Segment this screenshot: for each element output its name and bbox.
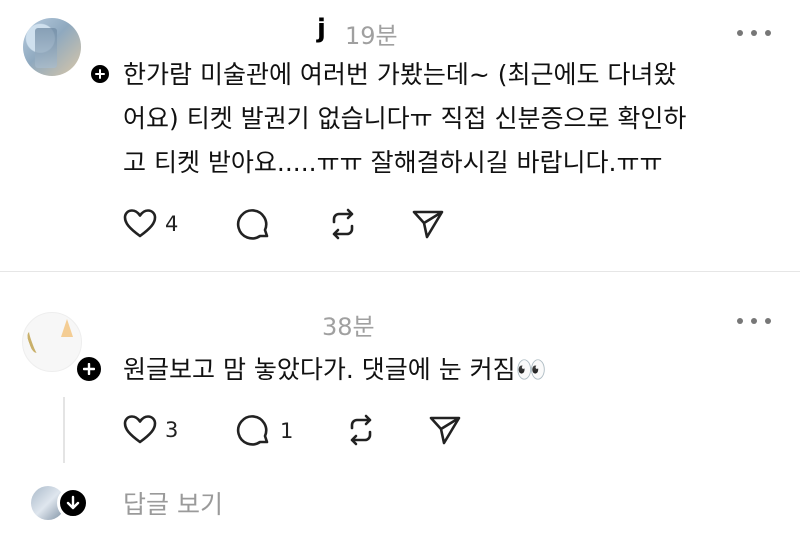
- timestamp: 38분: [322, 313, 375, 341]
- divider: [0, 271, 800, 272]
- reply-button[interactable]: 1: [236, 414, 293, 448]
- like-count: 4: [165, 212, 179, 236]
- follow-badge-icon[interactable]: [88, 62, 112, 86]
- arrow-down-icon[interactable]: [57, 487, 89, 519]
- more-icon[interactable]: [737, 316, 771, 326]
- thread-line: [63, 397, 65, 463]
- timestamp: 19분: [345, 22, 398, 50]
- comment-icon: [236, 209, 269, 240]
- view-replies-link[interactable]: 답글 보기: [123, 485, 223, 521]
- post-body: 한가람 미술관에 여러번 가봤는데~ (최근에도 다녀왔 어요) 티켓 발권기 …: [123, 53, 686, 185]
- reply-count: 1: [280, 419, 294, 443]
- share-button[interactable]: [411, 208, 445, 240]
- post-body: 원글보고 맘 놓았다가. 댓글에 눈 커짐👀: [123, 355, 547, 384]
- share-button[interactable]: [428, 414, 462, 446]
- like-count: 3: [165, 418, 179, 442]
- repost-icon: [332, 208, 354, 240]
- like-button[interactable]: 3: [123, 414, 178, 446]
- post-line: 한가람 미술관에 여러번 가봤는데~ (최근에도 다녀왔: [123, 60, 677, 89]
- more-icon[interactable]: [737, 28, 771, 38]
- repost-button[interactable]: [344, 414, 378, 446]
- reply-button[interactable]: [236, 208, 272, 242]
- thread-view: j 19분 한가람 미술관에 여러번 가봤는데~ (최근에도 다녀왔 어요) 티…: [0, 0, 800, 539]
- send-icon: [429, 416, 461, 445]
- comment-icon: [236, 415, 269, 446]
- username[interactable]: j: [317, 14, 326, 44]
- repost-icon: [350, 414, 372, 446]
- repost-button[interactable]: [326, 208, 360, 240]
- heart-icon: [123, 415, 157, 444]
- post-line: 어요) 티켓 발권기 없습니다ㅠ 직접 신분증으로 확인하: [123, 104, 687, 133]
- follow-badge-icon[interactable]: [74, 354, 104, 384]
- post-line: 고 티켓 받아요.....ㅠㅠ 잘해결하시길 바랍니다.ㅠㅠ: [123, 148, 663, 177]
- like-button[interactable]: 4: [123, 208, 178, 240]
- send-icon: [412, 210, 444, 239]
- avatar[interactable]: [23, 18, 81, 76]
- avatar[interactable]: [22, 312, 82, 372]
- heart-icon: [123, 209, 157, 238]
